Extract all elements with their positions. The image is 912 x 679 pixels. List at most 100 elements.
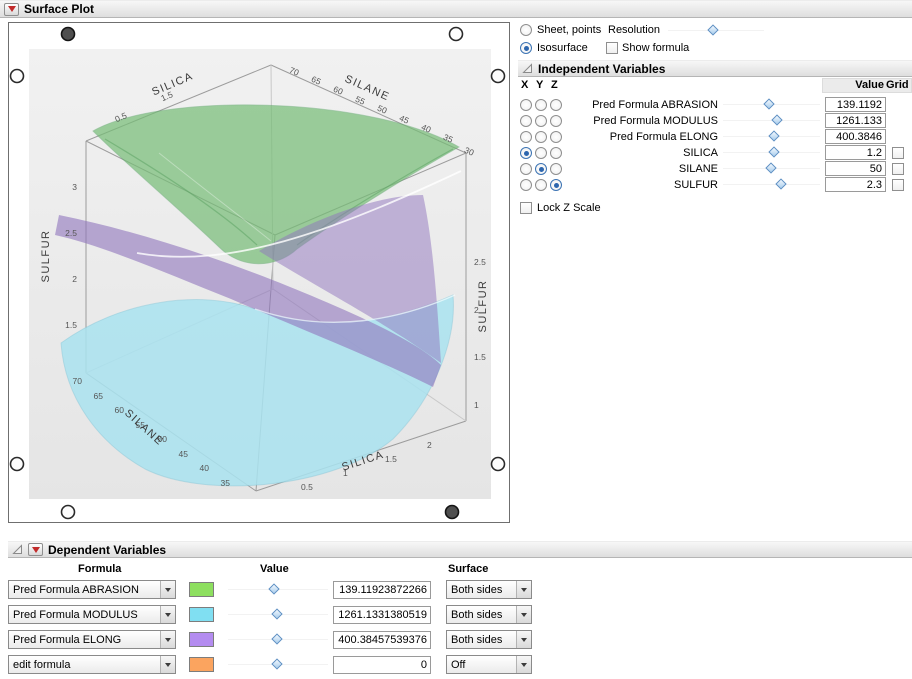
independent-row-label: SILICA bbox=[683, 147, 718, 159]
rotation-handle-bottom-left[interactable] bbox=[60, 504, 76, 520]
red-triangle-menu-button[interactable] bbox=[28, 543, 43, 556]
tick-label: 45 bbox=[179, 449, 189, 459]
dependent-value-input-modulus[interactable] bbox=[333, 606, 431, 624]
chevron-down-icon bbox=[516, 581, 531, 598]
y-radio-elong[interactable] bbox=[535, 131, 547, 143]
slider-thumb[interactable] bbox=[268, 583, 280, 595]
disclosure-triangle-icon[interactable] bbox=[12, 544, 23, 555]
lock-z-scale-checkbox[interactable] bbox=[520, 202, 532, 214]
column-header-value: Value bbox=[855, 79, 884, 91]
formula-dropdown-elong[interactable]: Pred Formula ELONG bbox=[8, 630, 176, 649]
y-radio-modulus[interactable] bbox=[535, 115, 547, 127]
rotation-handle-right-upper[interactable] bbox=[490, 68, 506, 84]
column-header-formula: Formula bbox=[78, 563, 122, 575]
slider-thumb[interactable] bbox=[768, 130, 781, 142]
z-radio-sulfur[interactable] bbox=[550, 179, 562, 191]
sheet-points-radio[interactable] bbox=[520, 24, 532, 36]
independent-row-label: Pred Formula MODULUS bbox=[593, 115, 718, 127]
tick-label: 65 bbox=[94, 391, 104, 401]
x-radio-abrasion[interactable] bbox=[520, 99, 532, 111]
show-formula-checkbox[interactable] bbox=[606, 42, 618, 54]
z-radio-modulus[interactable] bbox=[550, 115, 562, 127]
dependent-value-input-abrasion[interactable] bbox=[333, 581, 431, 599]
chevron-down-icon bbox=[160, 656, 175, 673]
elong-value-slider[interactable] bbox=[723, 130, 820, 143]
silane-value-input[interactable] bbox=[825, 161, 886, 176]
z-radio-abrasion[interactable] bbox=[550, 99, 562, 111]
sulfur-grid-checkbox[interactable] bbox=[892, 179, 904, 191]
dependent-slider-modulus[interactable] bbox=[228, 608, 328, 621]
y-radio-silica[interactable] bbox=[535, 147, 547, 159]
dependent-slider-elong[interactable] bbox=[228, 633, 328, 646]
resolution-slider[interactable] bbox=[668, 24, 764, 37]
color-swatch-elong[interactable] bbox=[189, 632, 214, 647]
sulfur-value-input[interactable] bbox=[825, 177, 886, 192]
dependent-value-input-edit[interactable] bbox=[333, 656, 431, 674]
page-title: Surface Plot bbox=[24, 2, 95, 16]
slider-thumb[interactable] bbox=[775, 178, 787, 190]
silica-grid-checkbox[interactable] bbox=[892, 147, 904, 159]
abrasion-value-slider[interactable] bbox=[723, 98, 820, 111]
y-radio-silane[interactable] bbox=[535, 163, 547, 175]
surface-plot-3d[interactable]: 0.5 1.5 70 65 60 55 50 45 40 35 30 3 2.5… bbox=[9, 23, 509, 522]
silica-value-slider[interactable] bbox=[723, 146, 820, 159]
slider-thumb[interactable] bbox=[707, 24, 719, 36]
surface-dropdown-elong[interactable]: Both sides bbox=[446, 630, 532, 649]
z-radio-elong[interactable] bbox=[550, 131, 562, 143]
independent-row-label: Pred Formula ELONG bbox=[609, 131, 718, 143]
x-radio-silica[interactable] bbox=[520, 147, 532, 159]
formula-dropdown-modulus[interactable]: Pred Formula MODULUS bbox=[8, 605, 176, 624]
rotation-handle-left-upper[interactable] bbox=[9, 68, 25, 84]
rotation-handle-top-left[interactable] bbox=[60, 26, 76, 42]
modulus-value-input[interactable] bbox=[825, 113, 886, 128]
red-triangle-menu-button[interactable] bbox=[4, 2, 19, 16]
show-formula-label: Show formula bbox=[622, 42, 690, 54]
dependent-slider-edit[interactable] bbox=[228, 658, 328, 671]
rotation-handle-bottom-right[interactable] bbox=[444, 504, 460, 520]
slider-thumb[interactable] bbox=[271, 608, 283, 620]
silane-value-slider[interactable] bbox=[723, 162, 820, 175]
independent-variables-header: Independent Variables bbox=[518, 60, 912, 77]
surface-dropdown-abrasion[interactable]: Both sides bbox=[446, 580, 532, 599]
disclosure-triangle-icon[interactable] bbox=[522, 63, 533, 74]
column-header-grid: Grid bbox=[886, 79, 909, 91]
silica-value-input[interactable] bbox=[825, 145, 886, 160]
y-radio-abrasion[interactable] bbox=[535, 99, 547, 111]
slider-thumb[interactable] bbox=[762, 98, 775, 110]
elong-value-input[interactable] bbox=[825, 129, 886, 144]
z-radio-silane[interactable] bbox=[550, 163, 562, 175]
isosurface-radio[interactable] bbox=[520, 42, 532, 54]
slider-thumb[interactable] bbox=[768, 146, 781, 158]
y-radio-sulfur[interactable] bbox=[535, 179, 547, 191]
rotation-handle-left-lower[interactable] bbox=[9, 456, 25, 472]
slider-thumb[interactable] bbox=[764, 162, 777, 174]
modulus-value-slider[interactable] bbox=[723, 114, 820, 127]
abrasion-value-input[interactable] bbox=[825, 97, 886, 112]
dependent-slider-abrasion[interactable] bbox=[228, 583, 328, 596]
dropdown-value: edit formula bbox=[13, 658, 71, 671]
slider-thumb[interactable] bbox=[271, 633, 283, 645]
color-swatch-edit[interactable] bbox=[189, 657, 214, 672]
x-radio-sulfur[interactable] bbox=[520, 179, 532, 191]
sulfur-value-slider[interactable] bbox=[723, 178, 820, 191]
formula-dropdown-abrasion[interactable]: Pred Formula ABRASION bbox=[8, 580, 176, 599]
color-swatch-abrasion[interactable] bbox=[189, 582, 214, 597]
rotation-handle-top-right[interactable] bbox=[448, 26, 464, 42]
dependent-value-input-elong[interactable] bbox=[333, 631, 431, 649]
z-radio-silica[interactable] bbox=[550, 147, 562, 159]
surface-dropdown-edit[interactable]: Off bbox=[446, 655, 532, 674]
sheet-points-label: Sheet, points bbox=[537, 24, 602, 36]
silane-grid-checkbox[interactable] bbox=[892, 163, 904, 175]
surface-dropdown-modulus[interactable]: Both sides bbox=[446, 605, 532, 624]
x-radio-modulus[interactable] bbox=[520, 115, 532, 127]
rotation-handle-right-lower[interactable] bbox=[490, 456, 506, 472]
surface-plot-window: Surface Plot 0.5 1.5 70 65 60 55 50 45 4… bbox=[0, 0, 912, 679]
color-swatch-modulus[interactable] bbox=[189, 607, 214, 622]
x-radio-silane[interactable] bbox=[520, 163, 532, 175]
slider-thumb[interactable] bbox=[771, 114, 783, 126]
slider-thumb[interactable] bbox=[271, 658, 283, 670]
x-radio-elong[interactable] bbox=[520, 131, 532, 143]
tick-label: 3 bbox=[72, 182, 77, 192]
formula-dropdown-edit[interactable]: edit formula bbox=[8, 655, 176, 674]
column-header-surface: Surface bbox=[448, 563, 489, 575]
